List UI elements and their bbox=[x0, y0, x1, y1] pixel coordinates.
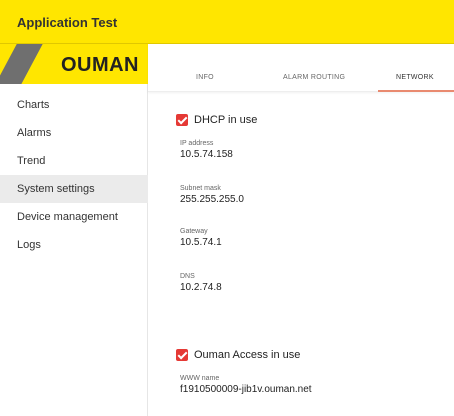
sidebar-item-trend[interactable]: Trend bbox=[0, 147, 148, 175]
main-content: INFO ALARM ROUTING NETWORK DHCP in use I… bbox=[148, 44, 454, 416]
ouman-logo: OUMAN bbox=[0, 44, 148, 84]
gateway-value: 10.5.74.1 bbox=[180, 237, 222, 248]
tab-info[interactable]: INFO bbox=[196, 74, 214, 81]
ip-address-label: IP address bbox=[180, 140, 214, 147]
app-header: Application Test bbox=[0, 0, 454, 44]
sidebar-item-charts[interactable]: Charts bbox=[0, 91, 148, 119]
logo-text: OUMAN bbox=[60, 54, 139, 76]
ouman-access-label: Ouman Access in use bbox=[194, 349, 301, 361]
tab-network[interactable]: NETWORK bbox=[396, 74, 434, 81]
subnet-mask-label: Subnet mask bbox=[180, 185, 221, 192]
sidebar-item-device-management[interactable]: Device management bbox=[0, 203, 148, 231]
dhcp-label: DHCP in use bbox=[194, 114, 258, 126]
www-name-value: f1910500009-jib1v.ouman.net bbox=[180, 384, 312, 395]
app-title: Application Test bbox=[17, 15, 118, 30]
active-tab-indicator bbox=[378, 90, 454, 92]
sidebar: OUMAN Charts Alarms Trend System setting… bbox=[0, 44, 148, 416]
gateway-label: Gateway bbox=[180, 228, 208, 235]
subnet-mask-value: 255.255.255.0 bbox=[180, 194, 244, 205]
tab-bar: INFO ALARM ROUTING NETWORK bbox=[148, 44, 454, 92]
sidebar-nav: Charts Alarms Trend System settings Devi… bbox=[0, 91, 148, 259]
dns-label: DNS bbox=[180, 273, 195, 280]
www-name-label: WWW name bbox=[180, 375, 220, 382]
dns-value: 10.2.74.8 bbox=[180, 282, 222, 293]
sidebar-item-system-settings[interactable]: System settings bbox=[0, 175, 148, 203]
dhcp-checkbox[interactable] bbox=[176, 114, 188, 126]
ip-address-value: 10.5.74.158 bbox=[180, 149, 233, 160]
tab-alarm-routing[interactable]: ALARM ROUTING bbox=[283, 74, 345, 81]
sidebar-item-logs[interactable]: Logs bbox=[0, 231, 148, 259]
ouman-access-checkbox[interactable] bbox=[176, 349, 188, 361]
sidebar-item-alarms[interactable]: Alarms bbox=[0, 119, 148, 147]
